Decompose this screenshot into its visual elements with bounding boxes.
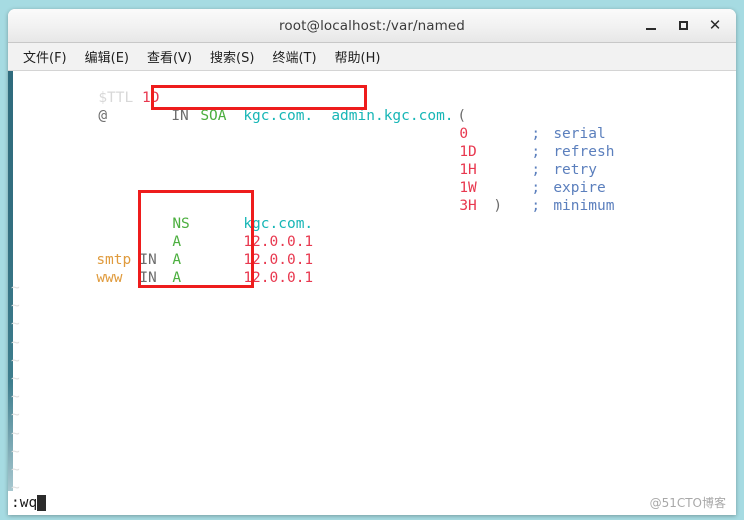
vim-command-text: :wq — [11, 495, 38, 511]
terminal-content[interactable]: $TTL 1D @ IN SOA kgc.com. admin.kgc.com. — [8, 71, 736, 515]
maximize-button[interactable] — [668, 13, 698, 38]
menu-bar: 文件(F) 编辑(E) 查看(V) 搜索(S) 终端(T) 帮助(H) — [8, 43, 736, 71]
zone-line-minimum-label: minimum — [466, 179, 614, 234]
vim-empty-line-marker: ~ — [11, 334, 20, 351]
vim-empty-line-marker: ~ — [11, 407, 20, 424]
window-title: root@localhost:/var/named — [279, 17, 465, 34]
minimize-button[interactable] — [636, 13, 666, 38]
vim-empty-line-marker: ~ — [11, 352, 20, 369]
vim-empty-line-marker: ~ — [11, 389, 20, 406]
www-record-value: 12.0.0.1 — [243, 270, 314, 287]
vim-status-line: :wq — [8, 491, 736, 515]
menu-item-search[interactable]: 搜索(S) — [201, 44, 263, 69]
vim-empty-line-marker: ~ — [11, 298, 20, 315]
window-controls: ✕ — [636, 9, 730, 42]
menu-item-file[interactable]: 文件(F) — [14, 44, 76, 69]
close-button[interactable]: ✕ — [700, 13, 730, 38]
vim-empty-line-marker: ~ — [11, 316, 20, 333]
text-cursor — [37, 495, 47, 511]
minimize-icon — [646, 28, 656, 30]
menu-item-edit[interactable]: 编辑(E) — [76, 44, 138, 69]
zone-line-www-value: 12.0.0.1 — [156, 251, 313, 306]
vim-empty-line-marker: ~ — [11, 462, 20, 478]
vim-empty-line-marker: ~ — [11, 371, 20, 387]
vim-empty-line-marker: ~ — [11, 443, 20, 460]
close-icon: ✕ — [708, 16, 722, 34]
soa-minimum-label: minimum — [553, 198, 615, 215]
menu-item-help[interactable]: 帮助(H) — [326, 44, 390, 69]
site-watermark: @51CTO博客 — [649, 496, 726, 510]
vim-text-buffer[interactable]: $TTL 1D @ IN SOA kgc.com. admin.kgc.com. — [8, 71, 736, 496]
maximize-icon — [678, 21, 688, 30]
menu-item-view[interactable]: 查看(V) — [138, 44, 201, 69]
menu-item-terminal[interactable]: 终端(T) — [263, 44, 325, 69]
window-titlebar[interactable]: root@localhost:/var/named ✕ — [8, 9, 736, 43]
vim-empty-line-marker: ~ — [11, 425, 20, 442]
terminal-window: root@localhost:/var/named ✕ 文件(F) 编辑(E) … — [8, 9, 736, 515]
vim-empty-line-marker: ~ — [11, 280, 20, 296]
desktop-background: root@localhost:/var/named ✕ 文件(F) 编辑(E) … — [0, 0, 744, 520]
